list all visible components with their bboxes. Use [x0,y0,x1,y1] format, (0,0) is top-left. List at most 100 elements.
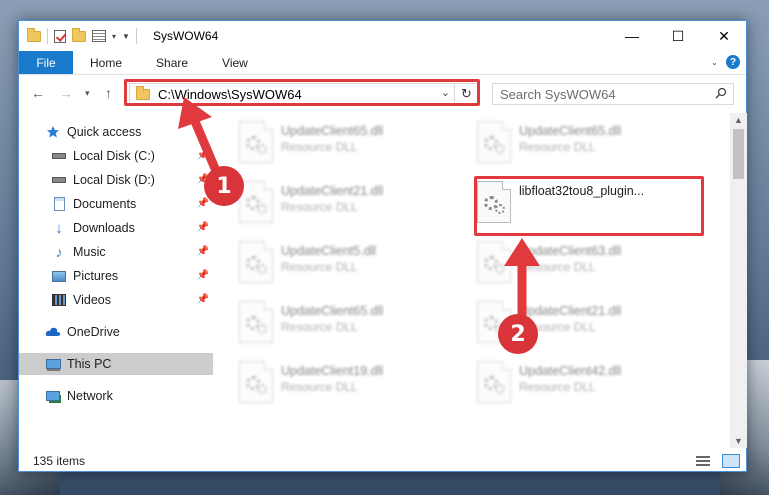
sidebar-item-music[interactable]: ♪ Music 📌 [19,241,213,263]
tab-share[interactable]: Share [139,51,205,74]
sidebar-item-local-disk-c[interactable]: Local Disk (C:) 📌 [19,145,213,167]
file-name: UpdateClient21.dll [519,304,622,318]
pin-icon[interactable]: 📌 [197,150,209,161]
file-type: Resource DLL [519,260,596,274]
pin-icon[interactable]: 📌 [197,198,209,209]
dll-file-icon [477,241,511,283]
dll-file-icon [239,121,273,163]
sidebar-item-videos[interactable]: Videos 📌 [19,289,213,311]
tab-file[interactable]: File [19,51,73,74]
view-properties-icon[interactable] [92,30,106,42]
navigation-pane: Quick access Local Disk (C:) 📌 Local Dis… [19,113,213,448]
tab-home[interactable]: Home [73,51,139,74]
file-name: UpdateClient42.dll [519,364,622,378]
search-icon[interactable] [715,87,727,99]
file-item[interactable]: UpdateClient19.dll Resource DLL [239,361,469,407]
file-item[interactable]: UpdateClient65.dll Resource DLL [239,301,469,347]
sidebar-item-quick-access[interactable]: Quick access [19,121,213,143]
customize-toolbar-icon[interactable]: ▼ [122,32,130,41]
scroll-up-icon[interactable]: ▲ [734,115,743,125]
recent-locations-chevron-icon[interactable]: ▾ [85,75,90,111]
back-arrow-icon[interactable]: ← [31,75,45,111]
file-name: UpdateClient5.dll [281,244,377,258]
sidebar-item-this-pc[interactable]: This PC [19,353,213,375]
title-bar: ▾ ▼ SysWOW64 — ☐ ✕ [19,21,746,51]
details-view-icon[interactable] [696,456,710,467]
chevron-down-icon[interactable]: ⌄ [441,86,450,99]
pin-icon[interactable]: 📌 [197,270,209,281]
file-list: UpdateClient65.dll Resource DLL UpdateCli… [219,113,729,443]
step-1-badge: 1 [204,166,244,206]
new-folder-icon[interactable] [72,27,86,42]
network-icon [45,388,61,404]
large-icons-view-icon[interactable] [722,454,740,468]
file-item[interactable]: UpdateClient65.dll Resource DLL [477,121,707,167]
address-bar[interactable]: C:\Windows\SysWOW64 ⌄ ↻ [129,83,479,105]
documents-icon [51,196,67,212]
star-icon [45,124,61,140]
sidebar-item-label: OneDrive [67,325,120,339]
dll-file-icon [477,181,511,223]
navigation-bar: ← → ▾ ↑ C:\Windows\SysWOW64 ⌄ ↻ Search S… [19,75,746,111]
sidebar-item-local-disk-d[interactable]: Local Disk (D:) 📌 [19,169,213,191]
sidebar-item-label: Videos [73,293,111,307]
sidebar-item-label: This PC [67,357,112,371]
address-path[interactable]: C:\Windows\SysWOW64 [158,87,302,102]
file-type: Resource DLL [281,140,358,154]
pin-icon[interactable]: 📌 [197,246,209,257]
sidebar-item-network[interactable]: Network [19,385,213,407]
file-item[interactable]: UpdateClient5.dll Resource DLL [239,241,469,287]
chevron-down-icon[interactable]: ▾ [112,32,116,41]
properties-check-icon[interactable] [54,29,66,43]
folder-icon[interactable] [27,27,41,42]
file-name: UpdateClient63.dll [519,244,622,258]
sidebar-item-onedrive[interactable]: OneDrive [19,321,213,343]
quick-access-toolbar: ▾ ▼ SysWOW64 [19,27,219,44]
music-icon: ♪ [55,244,63,260]
file-item[interactable]: UpdateClient65.dll Resource DLL [239,121,469,167]
sidebar-item-documents[interactable]: Documents 📌 [19,193,213,215]
maximize-button[interactable]: ☐ [655,21,701,51]
pin-icon[interactable]: 📌 [197,222,209,233]
divider [135,28,137,44]
close-button[interactable]: ✕ [701,21,747,51]
window-title: SysWOW64 [152,29,219,43]
file-item[interactable]: UpdateClient63.dll Resource DLL [477,241,707,287]
sidebar-item-label: Quick access [67,125,142,139]
scroll-down-icon[interactable]: ▼ [734,436,743,446]
search-box[interactable]: Search SysWOW64 [492,83,734,105]
expand-ribbon-icon[interactable]: ⌄ [711,58,718,67]
file-type: Resource DLL [281,200,358,214]
scrollbar-thumb[interactable] [733,129,744,179]
vertical-scrollbar[interactable]: ▲ ▼ [730,113,747,448]
videos-icon [51,292,67,308]
file-name: UpdateClient65.dll [281,304,384,318]
dll-file-icon [239,241,273,283]
step-2-badge: 2 [498,314,538,354]
file-item[interactable]: UpdateClient21.dll Resource DLL [239,181,469,227]
pin-icon[interactable]: 📌 [197,294,209,305]
computer-icon [45,356,61,372]
item-count: 135 items [33,454,86,468]
file-type: Resource DLL [281,260,358,274]
search-input[interactable]: Search SysWOW64 [500,87,616,102]
file-type: Resource DLL [519,380,596,394]
status-bar: 135 items [19,451,746,471]
sidebar-item-downloads[interactable]: ↓ Downloads 📌 [19,217,213,239]
file-name: UpdateClient65.dll [519,124,622,138]
file-type: Resource DLL [281,320,358,334]
forward-arrow-icon[interactable]: → [59,75,73,111]
sidebar-item-label: Local Disk (C:) [73,149,155,163]
file-item-target-plugin[interactable]: libfloat32tou8_plugin... [477,181,707,227]
tab-view[interactable]: View [205,51,265,74]
sidebar-item-pictures[interactable]: Pictures 📌 [19,265,213,287]
sidebar-item-label: Local Disk (D:) [73,173,155,187]
divider [47,28,48,44]
file-item[interactable]: UpdateClient42.dll Resource DLL [477,361,707,407]
minimize-button[interactable]: — [609,21,655,51]
sidebar-item-label: Downloads [73,221,135,235]
downloads-icon: ↓ [55,219,63,237]
refresh-icon[interactable]: ↻ [454,84,478,104]
up-arrow-icon[interactable]: ↑ [105,75,112,111]
help-icon[interactable]: ? [726,55,740,69]
